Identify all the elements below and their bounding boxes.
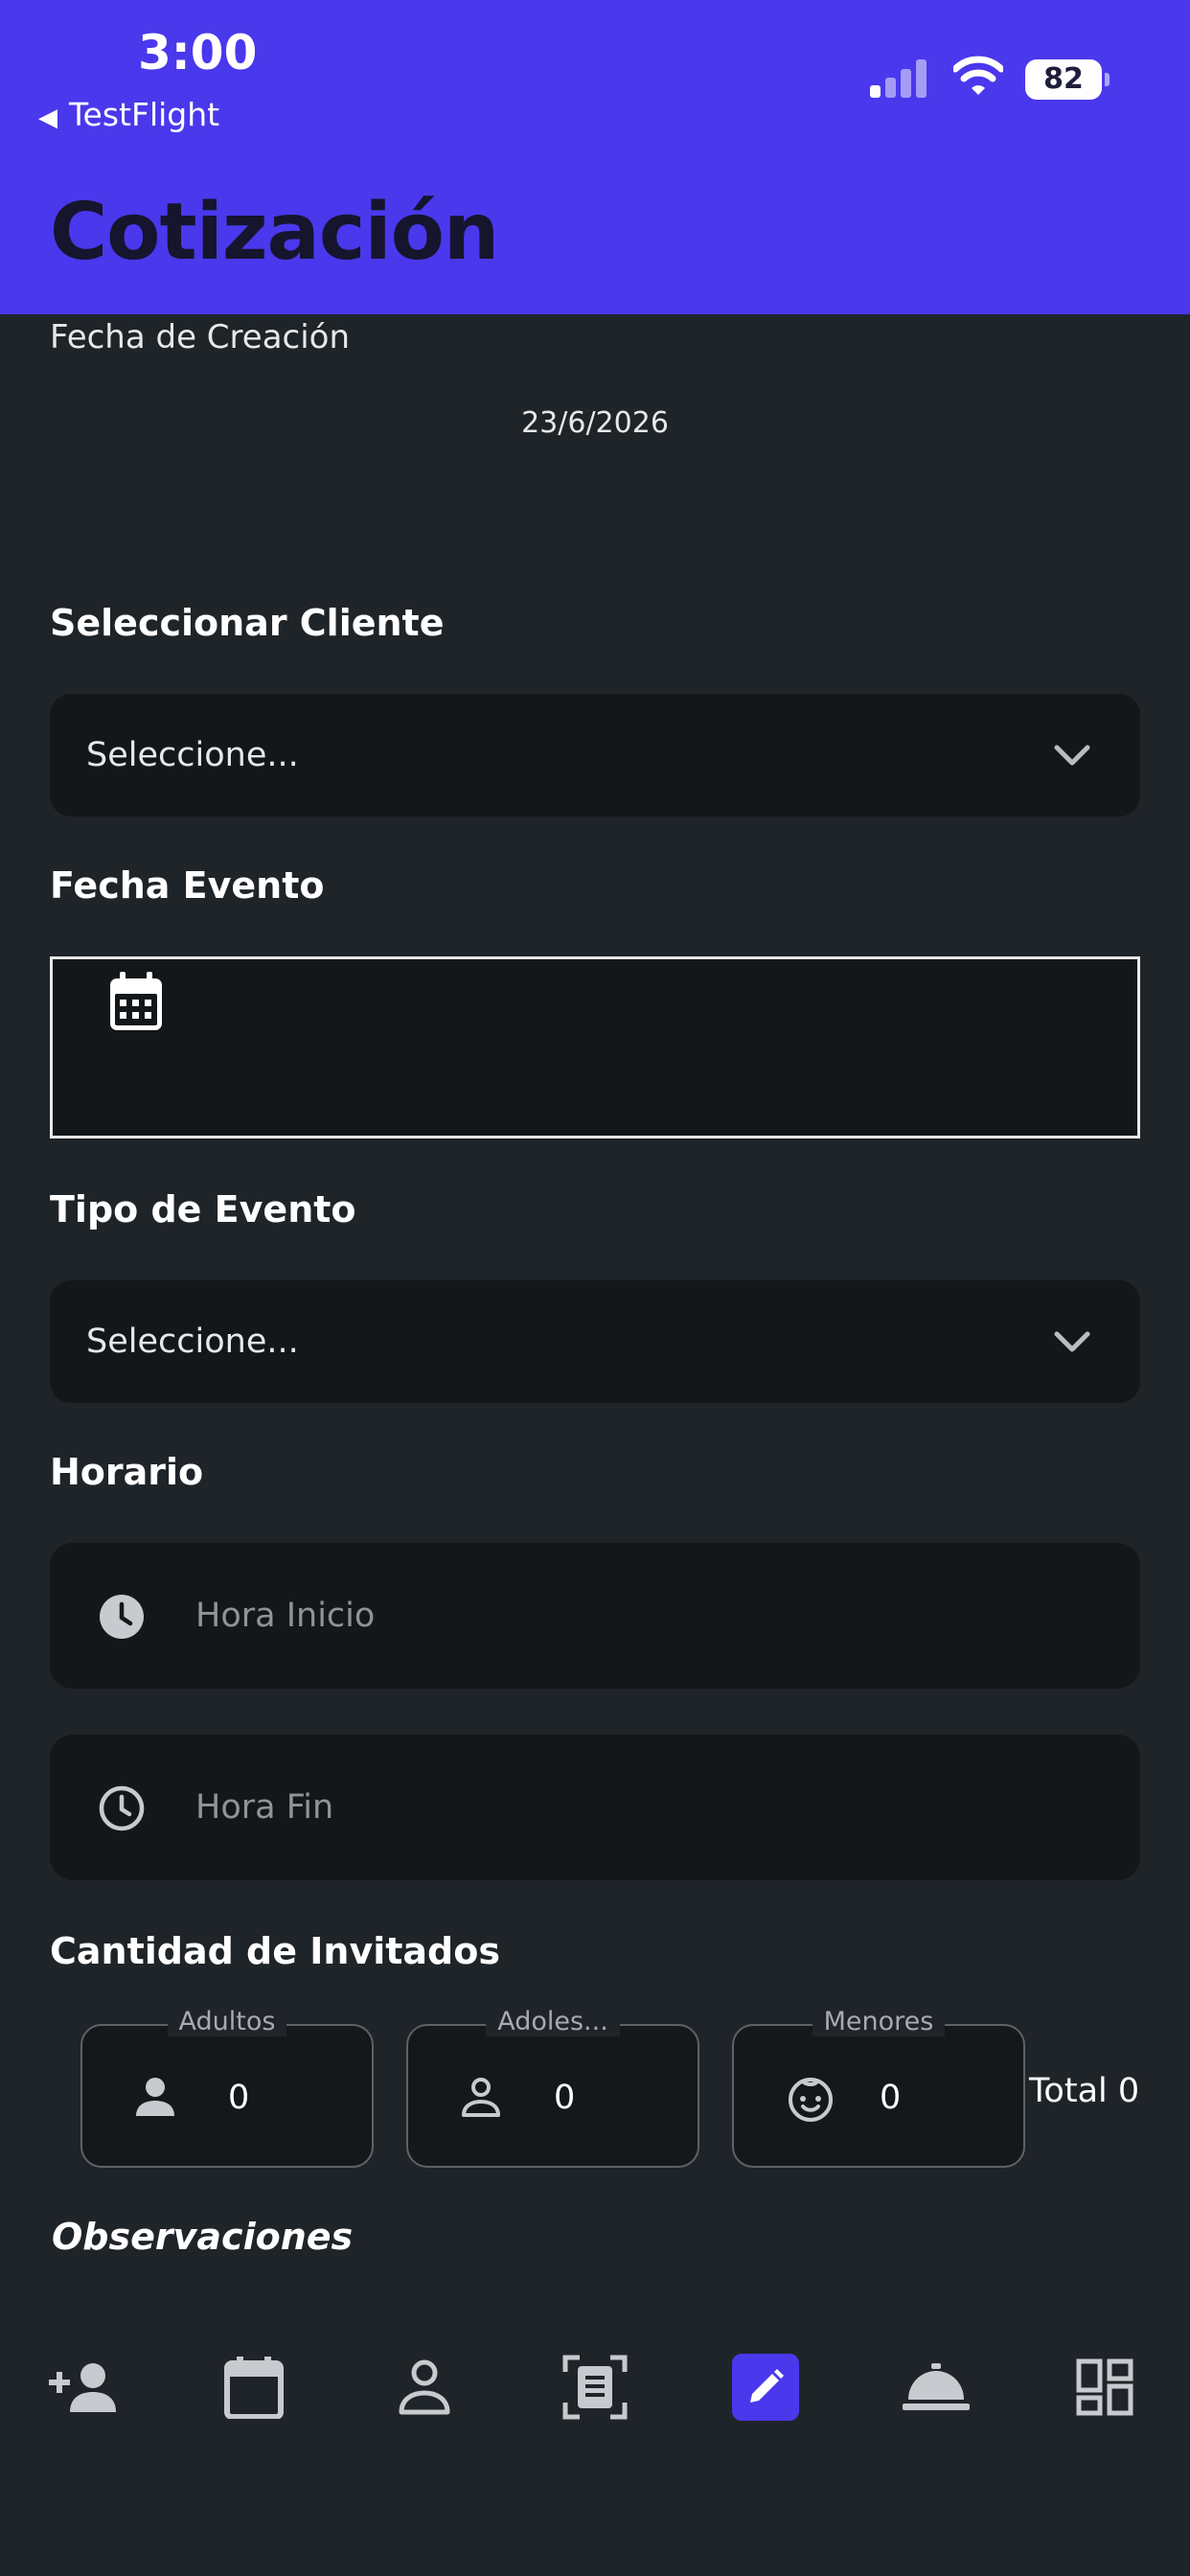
document-scan-icon bbox=[562, 2355, 628, 2420]
start-time-placeholder: Hora Inicio bbox=[195, 1597, 376, 1635]
creation-date-value: 23/6/2026 bbox=[521, 406, 669, 440]
event-type-placeholder: Seleccione... bbox=[86, 1322, 299, 1361]
nav-calendar[interactable] bbox=[217, 2350, 291, 2425]
person-icon bbox=[399, 2359, 450, 2415]
event-date-field[interactable] bbox=[50, 956, 1140, 1138]
dashboard-icon bbox=[1076, 2358, 1133, 2416]
edit-icon bbox=[750, 2369, 784, 2403]
back-to-testflight[interactable]: ◀ TestFlight bbox=[38, 96, 219, 133]
back-arrow-icon: ◀ bbox=[38, 104, 57, 132]
adults-counter[interactable]: Adultos 0 bbox=[80, 2007, 374, 2168]
client-select-placeholder: Seleccione... bbox=[86, 736, 299, 774]
battery-level: 82 bbox=[1025, 59, 1102, 100]
wifi-icon bbox=[953, 56, 1003, 95]
child-face-icon bbox=[789, 2078, 833, 2122]
person-outline-icon bbox=[462, 2078, 500, 2117]
battery-icon: 82 bbox=[1025, 59, 1110, 100]
minors-value: 0 bbox=[880, 2079, 902, 2117]
person-icon bbox=[136, 2078, 174, 2116]
client-select[interactable]: Seleccione... bbox=[50, 694, 1140, 816]
chevron-down-icon bbox=[1054, 1331, 1090, 1352]
teens-counter[interactable]: Adoles... 0 bbox=[406, 2007, 699, 2168]
guests-total: Total 0 bbox=[1029, 2072, 1140, 2110]
back-label: TestFlight bbox=[69, 96, 220, 133]
creation-date-label: Fecha de Creación bbox=[50, 318, 351, 356]
event-date-title: Fecha Evento bbox=[50, 864, 325, 907]
clock-filled-icon bbox=[100, 1595, 144, 1639]
observations-title: Observaciones bbox=[52, 2216, 354, 2258]
adults-value: 0 bbox=[228, 2079, 250, 2117]
app-header: 3:00 ◀ TestFlight 82 Cotización bbox=[0, 0, 1190, 314]
nav-quote[interactable] bbox=[732, 2354, 799, 2421]
teens-value: 0 bbox=[554, 2079, 576, 2117]
minors-counter[interactable]: Menores 0 bbox=[732, 2007, 1025, 2168]
page-title: Cotización bbox=[50, 187, 499, 278]
nav-clients[interactable] bbox=[387, 2350, 462, 2425]
event-type-title: Tipo de Evento bbox=[50, 1188, 356, 1230]
schedule-title: Horario bbox=[50, 1451, 204, 1493]
start-time-field[interactable]: Hora Inicio bbox=[50, 1543, 1140, 1689]
calendar-icon bbox=[224, 2357, 284, 2419]
adults-label: Adultos bbox=[167, 2007, 287, 2036]
guests-title: Cantidad de Invitados bbox=[50, 1930, 500, 1972]
end-time-field[interactable]: Hora Fin bbox=[50, 1735, 1140, 1880]
nav-documents[interactable] bbox=[558, 2350, 632, 2425]
nav-dashboard[interactable] bbox=[1067, 2350, 1142, 2425]
add-person-icon bbox=[49, 2363, 116, 2412]
calendar-icon[interactable] bbox=[106, 971, 166, 1034]
minors-label: Menores bbox=[812, 2007, 946, 2036]
clock-outline-icon bbox=[99, 1785, 145, 1831]
nav-services[interactable] bbox=[899, 2350, 973, 2425]
event-type-select[interactable]: Seleccione... bbox=[50, 1280, 1140, 1403]
client-section-title: Seleccionar Cliente bbox=[50, 602, 445, 644]
chevron-down-icon bbox=[1054, 745, 1090, 766]
status-time: 3:00 bbox=[138, 25, 258, 80]
teens-label: Adoles... bbox=[486, 2007, 620, 2036]
end-time-placeholder: Hora Fin bbox=[195, 1788, 334, 1827]
cellular-signal-icon bbox=[870, 59, 929, 98]
nav-add-client[interactable] bbox=[46, 2350, 121, 2425]
room-service-icon bbox=[903, 2363, 970, 2410]
